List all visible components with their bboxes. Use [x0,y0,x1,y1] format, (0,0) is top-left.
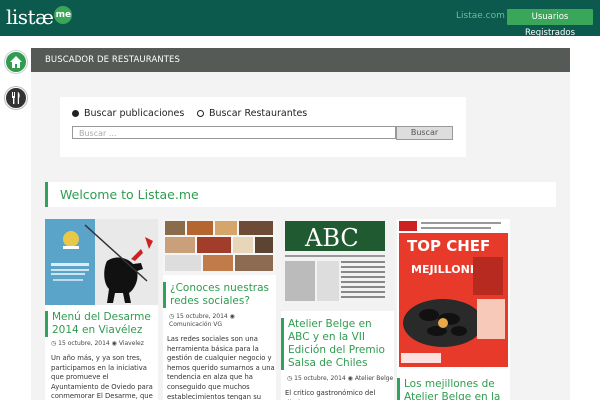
post-excerpt: El critico gastronómico del diario [285,389,376,400]
post-date: 15 octubre, 2014 [294,375,346,382]
post-author[interactable]: Atelier Belge [355,375,393,382]
post-meta: ◷ 15 octubre, 2014 ◉ Comunicación VG [169,313,276,329]
post-card[interactable]: Menú del Desarme 2014 en Viavélez ◷ 15 o… [45,219,158,400]
welcome-banner: Welcome to Listae.me [45,182,556,207]
search-button[interactable]: Buscar [396,126,453,140]
top-bar: listæ me Listae.com Usuarios Registrados [0,0,600,38]
post-excerpt: Las redes sociales son una herramienta b… [167,335,275,400]
radio-dot [197,110,204,117]
post-card[interactable]: TOP CHEF MEJILLONES Los mejillones de At… [397,219,510,400]
site-logo[interactable]: listæ me [6,4,73,32]
post-excerpt: Un año más, y ya son tres, participamos … [51,354,153,400]
post-title[interactable]: ¿Conoces nuestras redes sociales? [163,282,273,308]
post-image[interactable] [45,219,158,305]
post-author[interactable]: Viavelez [119,340,144,347]
logo-badge: me [54,6,73,24]
fork-knife-icon [12,92,20,104]
post-image[interactable] [163,219,276,275]
radio-label: Buscar publicaciones [84,108,185,119]
search-input[interactable]: Buscar ... [72,126,396,139]
restaurants-button[interactable] [5,87,27,109]
section-header: BUSCADOR DE RESTAURANTES [31,48,570,72]
post-card[interactable]: ¿Conoces nuestras redes sociales? ◷ 15 o… [163,219,276,400]
user-icon: ◉ [229,313,235,320]
section-title: BUSCADOR DE RESTAURANTES [45,55,180,65]
user-icon: ◉ [347,375,355,382]
listae-link[interactable]: Listae.com [456,11,505,21]
logo-text: listæ [6,5,54,29]
post-meta: ◷ 15 octubre, 2014 ◉ Atelier Belge [287,375,393,383]
post-date: 15 octubre, 2014 [176,313,228,320]
post-title[interactable]: Los mejillones de Atelier Belge en la [397,378,507,400]
radio-search-posts[interactable]: Buscar publicaciones [72,108,184,119]
home-button[interactable] [5,51,27,73]
home-icon [10,56,22,68]
post-card[interactable]: ABC Atelier Belge en ABC y en la VII Edi… [281,219,394,400]
radio-label: Buscar Restaurantes [209,108,308,119]
post-date: 15 octubre, 2014 [58,340,110,347]
svg-text:ABC: ABC [304,224,359,252]
radio-dot [72,110,79,117]
post-title[interactable]: Atelier Belge en ABC y en la VII Edición… [281,318,391,370]
welcome-title: Welcome to Listae.me [60,187,199,202]
sub-bar [0,36,600,48]
registered-users-button[interactable]: Usuarios Registrados [507,9,593,38]
post-image[interactable]: TOP CHEF MEJILLONES [397,219,510,371]
radio-search-restaurants[interactable]: Buscar Restaurantes [197,108,307,119]
post-title[interactable]: Menú del Desarme 2014 en Viavélez [45,311,155,337]
image-title: TOP CHEF [407,237,490,255]
post-image[interactable]: ABC [281,219,394,311]
user-icon: ◉ [111,340,119,347]
post-author[interactable]: Comunicación VG [169,321,222,328]
post-meta: ◷ 15 octubre, 2014 ◉ Viavelez [51,340,144,348]
